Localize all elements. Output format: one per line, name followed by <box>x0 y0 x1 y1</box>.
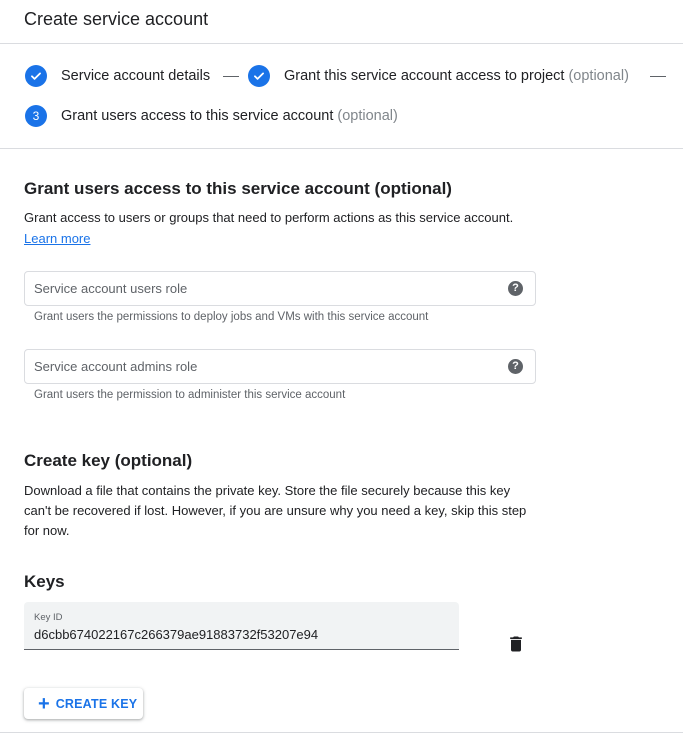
users-role-field[interactable]: ? <box>24 271 536 306</box>
stepper: Service account details Grant this servi… <box>0 44 683 149</box>
create-key-description-line-2: can't be recovered if lost. However, if … <box>24 503 527 518</box>
help-icon[interactable]: ? <box>508 359 523 374</box>
create-key-description-line-1: Download a file that contains the privat… <box>24 483 511 498</box>
check-icon <box>248 65 270 87</box>
step-connector <box>223 76 239 77</box>
create-key-button[interactable]: + CREATE KEY <box>24 688 143 719</box>
help-icon[interactable]: ? <box>508 281 523 296</box>
grant-section-title: Grant users access to this service accou… <box>24 179 452 198</box>
key-id-label: Key ID <box>34 612 63 623</box>
key-id-value: d6cbb674022167c266379ae91883732f53207e94 <box>34 627 319 642</box>
create-key-button-label: CREATE KEY <box>55 696 138 711</box>
step-service-account-details[interactable]: Service account details <box>25 65 210 87</box>
users-role-hint: Grant users the permissions to deploy jo… <box>34 311 429 323</box>
keys-title: Keys <box>24 572 65 591</box>
create-key-title: Create key (optional) <box>24 451 193 470</box>
step-grant-users-access[interactable]: 3 Grant users access to this service acc… <box>25 105 398 127</box>
step-number-badge: 3 <box>25 105 47 127</box>
admins-role-input[interactable] <box>25 350 495 383</box>
plus-icon: + <box>38 692 50 715</box>
step-label: Grant users access to this service accou… <box>61 108 334 124</box>
users-role-input[interactable] <box>25 272 495 305</box>
divider <box>0 732 683 733</box>
create-key-description-line-3: for now. <box>24 523 70 538</box>
grant-section-description: Grant access to users or groups that nee… <box>24 210 514 225</box>
learn-more-link[interactable]: Learn more <box>24 230 90 248</box>
page-header: Create service account <box>0 0 683 44</box>
step-label: Service account details <box>61 68 211 84</box>
trash-icon <box>510 636 522 652</box>
admins-role-field[interactable]: ? <box>24 349 536 384</box>
step-connector <box>650 76 666 77</box>
step-label: Grant this service account access to pro… <box>284 68 565 84</box>
step-grant-project-access[interactable]: Grant this service account access to pro… <box>248 65 629 87</box>
page-title: Create service account <box>24 9 209 29</box>
step-optional-label: (optional) <box>337 108 398 124</box>
step-optional-label: (optional) <box>568 68 629 84</box>
check-icon <box>25 65 47 87</box>
delete-key-button[interactable] <box>506 634 526 654</box>
key-id-field[interactable]: Key ID d6cbb674022167c266379ae91883732f5… <box>24 602 459 650</box>
admins-role-hint: Grant users the permission to administer… <box>34 389 346 401</box>
